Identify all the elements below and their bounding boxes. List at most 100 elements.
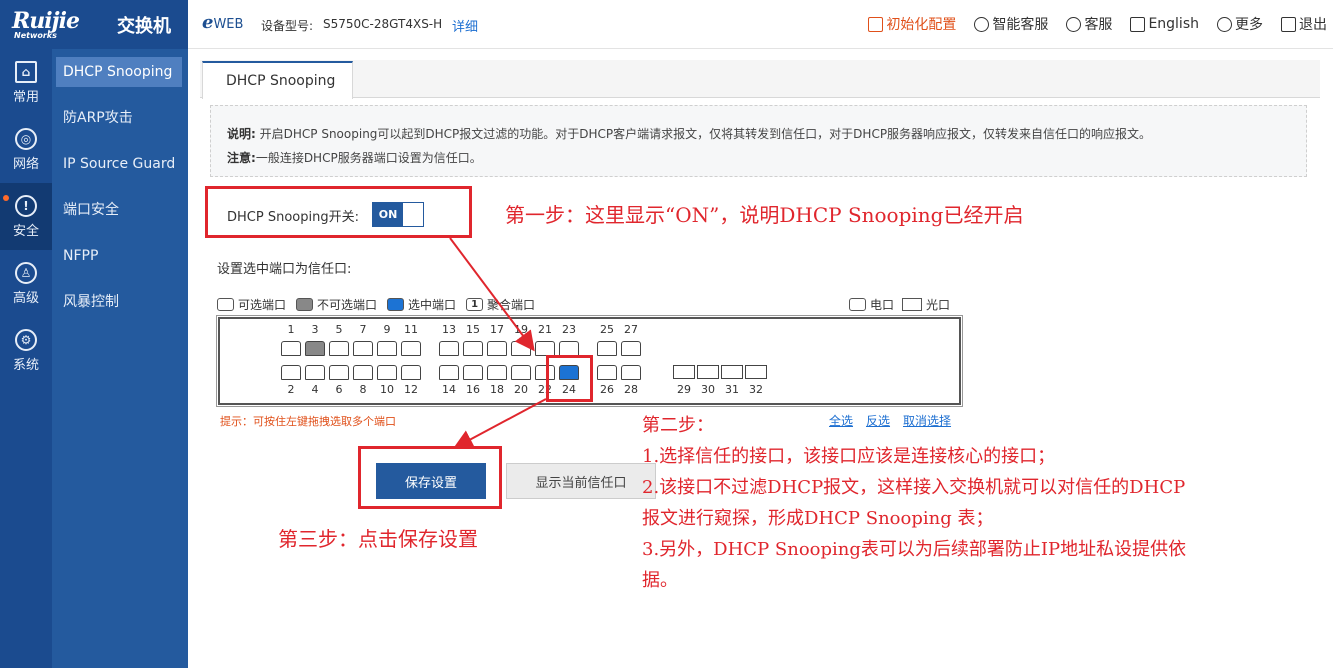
port-number-label: 18 (490, 383, 504, 396)
port-number-label: 10 (380, 383, 394, 396)
note-line-1: 说明: 开启DHCP Snooping可以起到DHCP报文过滤的功能。对于DHC… (227, 122, 1290, 146)
legend-aggregate: 聚合端口 (487, 298, 536, 312)
switch-port-2[interactable] (281, 365, 301, 380)
switch-port-6[interactable] (329, 365, 349, 380)
drag-hint: 提示：可按住左键拖拽选取多个端口 (220, 415, 396, 428)
model-label: 设备型号: (261, 19, 314, 33)
switch-port-27[interactable] (621, 341, 641, 356)
submenu-port-security[interactable]: 端口安全 (52, 187, 188, 233)
aggregate-port-swatch: 1 (466, 298, 484, 311)
logout-link[interactable]: 退出 (1281, 14, 1327, 34)
save-settings-button[interactable]: 保存设置 (376, 463, 486, 499)
port-number-label: 8 (359, 383, 367, 396)
home-icon: ⌂ (15, 60, 37, 83)
nav-label: 常用 (12, 89, 39, 105)
available-port-swatch (217, 298, 234, 311)
switch-port-26[interactable] (597, 365, 617, 380)
smart-service-label: 智能客服 (992, 17, 1049, 33)
step2-highlight-box (546, 355, 593, 402)
switch-port-28[interactable] (621, 365, 641, 380)
support-link[interactable]: 客服 (1066, 14, 1112, 34)
optical-port-30[interactable] (697, 365, 719, 379)
port-legend: 可选端口 不可选端口 选中端口 1 聚合端口 (217, 296, 535, 313)
user-gear-icon: ♙ (15, 261, 37, 284)
nav-label: 安全 (12, 223, 39, 239)
logout-label: 退出 (1299, 17, 1327, 33)
smart-service-link[interactable]: 智能客服 (974, 14, 1048, 34)
dhcp-snooping-toggle[interactable]: ON (372, 202, 424, 227)
optical-port-29[interactable] (673, 365, 695, 379)
switch-port-16[interactable] (463, 365, 483, 380)
unavailable-port-swatch (296, 298, 314, 311)
switch-port-3 (305, 341, 325, 356)
more-link[interactable]: 更多 (1217, 14, 1263, 34)
optical-port-32[interactable] (745, 365, 767, 379)
step2-line: 1.选择信任的接口，该接口应该是连接核心的接口； (642, 446, 1056, 467)
shield-icon: ! (15, 194, 37, 217)
tab-dhcp-snooping[interactable]: DHCP Snooping (202, 61, 353, 99)
init-config-label: 初始化配置 (886, 17, 957, 33)
toggle-state: ON (373, 203, 403, 226)
nav-item-network[interactable]: ◎ 网络 (0, 116, 52, 183)
info-note: 说明: 开启DHCP Snooping可以起到DHCP报文过滤的功能。对于DHC… (210, 105, 1307, 177)
eweb-logo: eWEB (202, 12, 243, 33)
media-legend: 电口 光口 (849, 296, 950, 313)
switch-label: DHCP Snooping开关: (227, 210, 359, 225)
more-label: 更多 (1235, 17, 1263, 33)
more-icon (1217, 16, 1232, 32)
port-number-label: 2 (287, 383, 295, 396)
nav-item-security[interactable]: ! 安全 (0, 183, 52, 250)
show-trusted-ports-button[interactable]: 显示当前信任口 (506, 463, 656, 499)
eweb-e: e (202, 12, 214, 33)
annotation-step3: 第三步：点击保存设置 (278, 527, 478, 551)
switch-port-13[interactable] (439, 341, 459, 356)
switch-port-20[interactable] (511, 365, 531, 380)
nav-item-common[interactable]: ⌂ 常用 (0, 49, 52, 116)
port-number-label: 23 (562, 323, 576, 336)
port-number-label: 11 (404, 323, 418, 336)
sub-menu: DHCP Snooping 防ARP攻击 IP Source Guard 端口安… (52, 49, 188, 668)
switch-port-19[interactable] (511, 341, 531, 356)
switch-port-25[interactable] (597, 341, 617, 356)
note-text: 开启DHCP Snooping可以起到DHCP报文过滤的功能。对于DHCP客户端… (259, 127, 1152, 141)
switch-port-8[interactable] (353, 365, 373, 380)
detail-link[interactable]: 详细 (452, 16, 478, 35)
step2-line: 2.该接口不过滤DHCP报文，这样接入交换机就可以对信任的DHCP (642, 477, 1186, 498)
legend-electric: 电口 (870, 298, 895, 312)
submenu-ip-source-guard[interactable]: IP Source Guard (52, 141, 188, 187)
port-number-label: 14 (442, 383, 456, 396)
switch-port-21[interactable] (535, 341, 555, 356)
switch-port-23[interactable] (559, 341, 579, 356)
switch-port-18[interactable] (487, 365, 507, 380)
active-dot (3, 195, 9, 201)
english-link[interactable]: English (1130, 14, 1199, 34)
switch-port-5[interactable] (329, 341, 349, 356)
english-label: English (1148, 16, 1199, 32)
note-text: 一般连接DHCP服务器端口设置为信任口。 (255, 151, 482, 165)
switch-port-4[interactable] (305, 365, 325, 380)
switch-port-17[interactable] (487, 341, 507, 356)
switch-port-11[interactable] (401, 341, 421, 356)
submenu-nfpp[interactable]: NFPP (52, 233, 188, 279)
port-number-label: 4 (311, 383, 319, 396)
submenu-anti-arp[interactable]: 防ARP攻击 (52, 95, 188, 141)
annotation-step1: 第一步：这里显示“ON”，说明DHCP Snooping已经开启 (505, 203, 1024, 227)
nav-item-advanced[interactable]: ♙ 高级 (0, 250, 52, 317)
switch-port-12[interactable] (401, 365, 421, 380)
port-number-label: 16 (466, 383, 480, 396)
switch-port-14[interactable] (439, 365, 459, 380)
optical-port-31[interactable] (721, 365, 743, 379)
switch-port-10[interactable] (377, 365, 397, 380)
port-number-label: 12 (404, 383, 418, 396)
note-label: 注意: (227, 151, 256, 165)
switch-port-15[interactable] (463, 341, 483, 356)
switch-port-7[interactable] (353, 341, 373, 356)
switch-port-9[interactable] (377, 341, 397, 356)
init-config-link[interactable]: 初始化配置 (868, 14, 956, 34)
submenu-dhcp-snooping[interactable]: DHCP Snooping (56, 57, 182, 87)
nav-item-system[interactable]: ⚙ 系统 (0, 317, 52, 384)
switch-port-1[interactable] (281, 341, 301, 356)
main-content: DHCP Snooping 说明: 开启DHCP Snooping可以起到DHC… (188, 49, 1333, 668)
port-number-label: 20 (514, 383, 528, 396)
submenu-storm-control[interactable]: 风暴控制 (52, 279, 188, 325)
